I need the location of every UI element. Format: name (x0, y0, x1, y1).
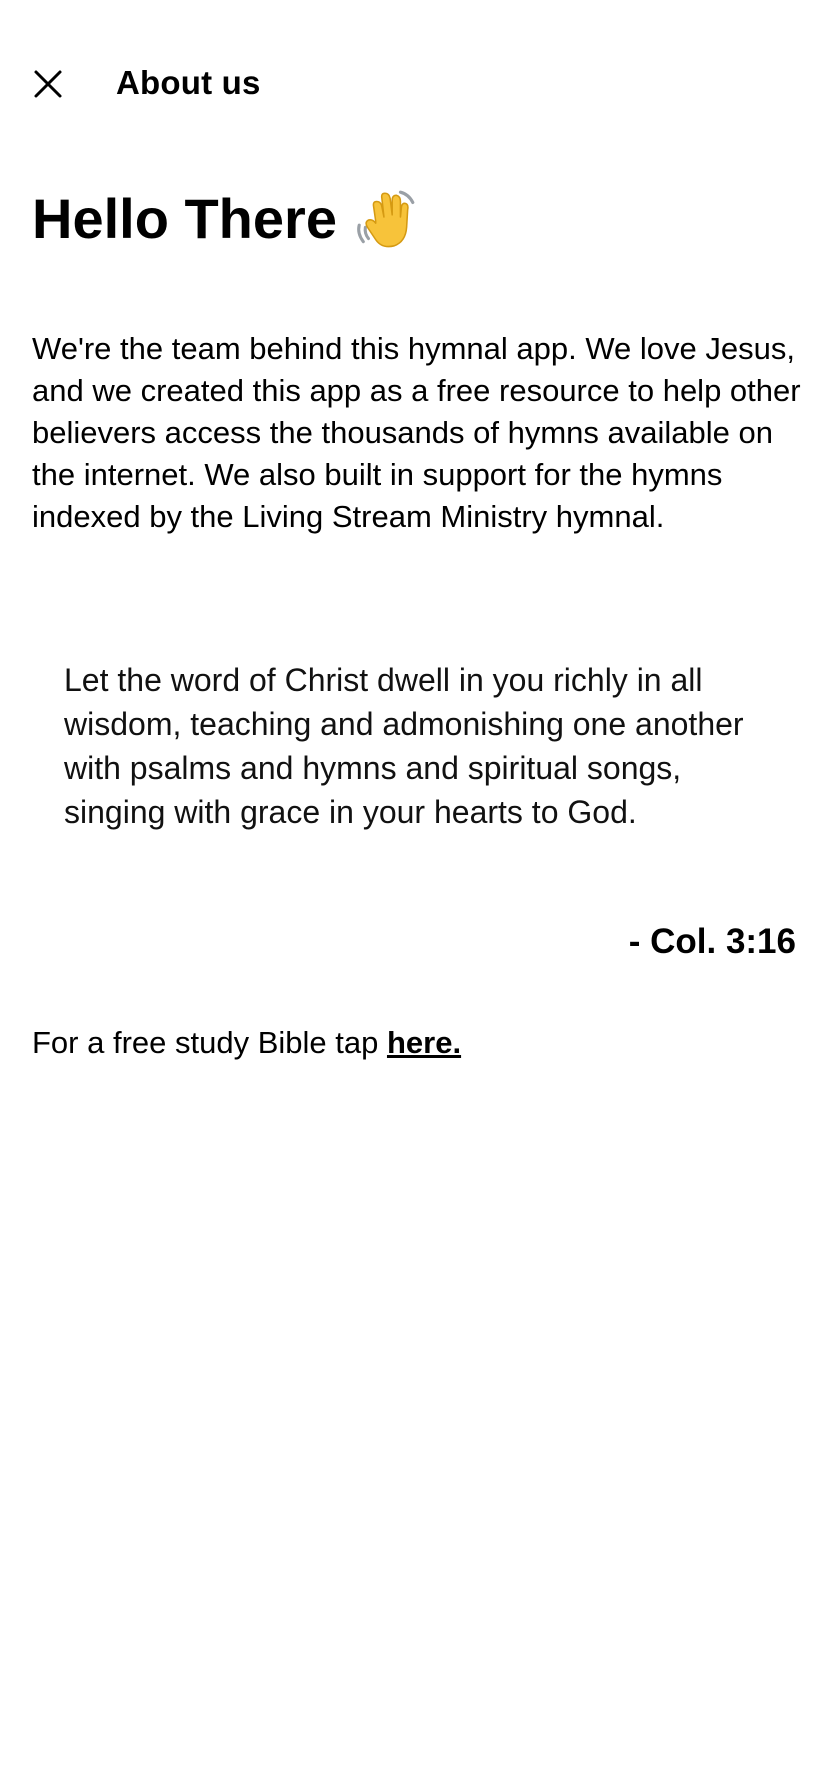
close-icon (34, 70, 62, 98)
page-title: About us (116, 64, 261, 101)
close-button[interactable] (20, 56, 76, 112)
greeting-text: Hello There (32, 187, 337, 250)
bible-link[interactable]: here. (387, 1025, 461, 1060)
waving-hand-icon (357, 190, 415, 248)
scripture-citation: - Col. 3:16 (628, 922, 796, 961)
greeting-heading: Hello There (32, 186, 419, 252)
bible-prompt: For a free study Bible tap here. (32, 1022, 461, 1064)
bible-prompt-text: For a free study Bible tap (32, 1025, 387, 1060)
top-bar: About us (0, 0, 828, 170)
intro-paragraph: We're the team behind this hymnal app. W… (32, 331, 801, 534)
scripture-quote: Let the word of Christ dwell in you rich… (64, 662, 744, 830)
